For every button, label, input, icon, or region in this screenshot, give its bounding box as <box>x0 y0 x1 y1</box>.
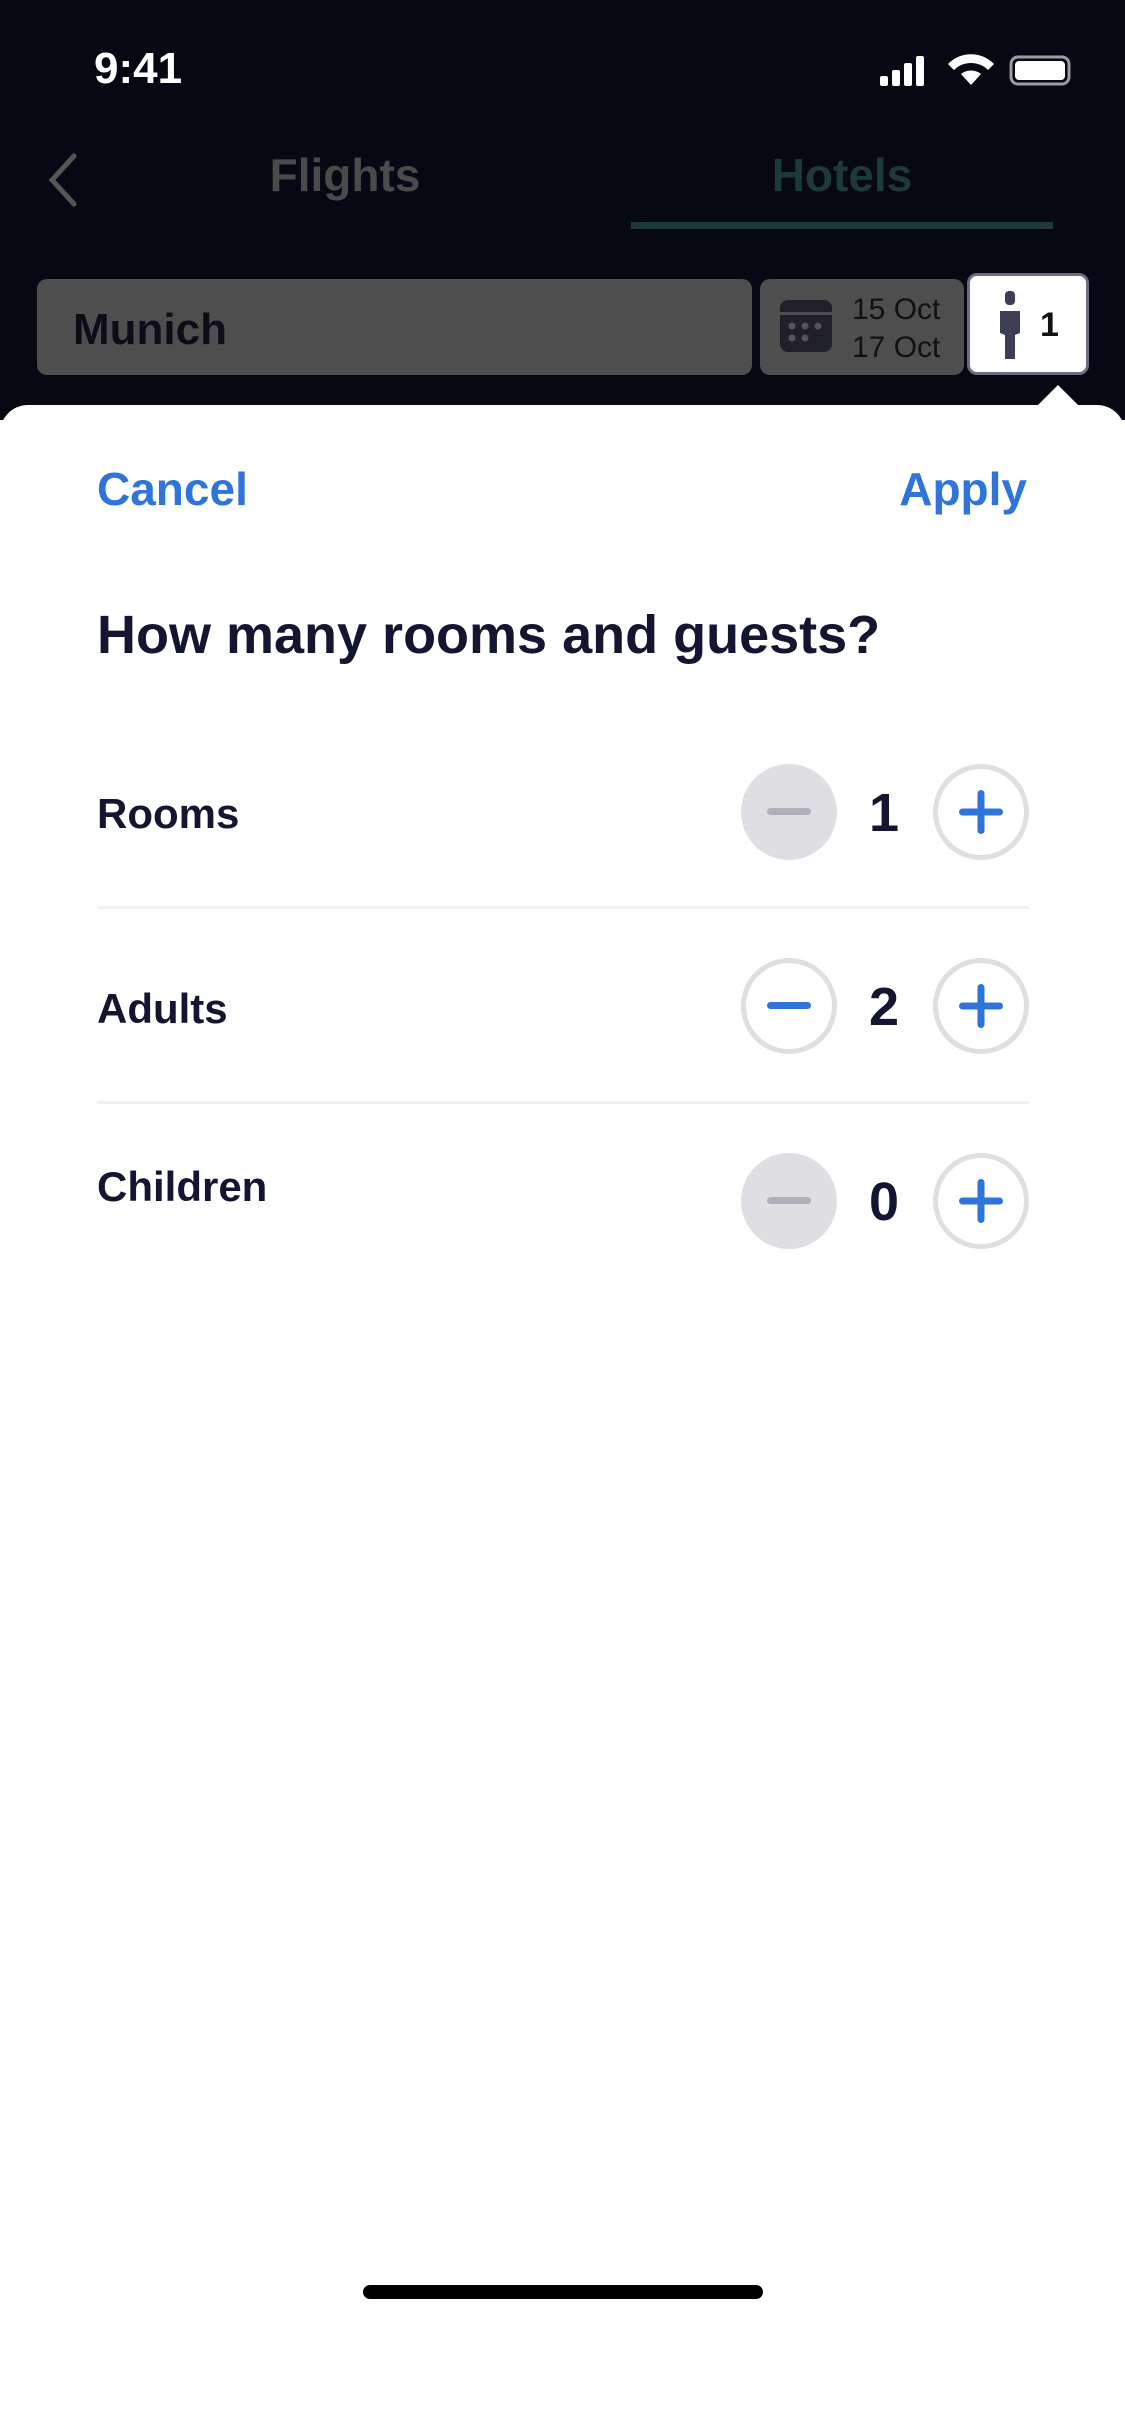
sheet-title: How many rooms and guests? <box>97 605 881 665</box>
plus-icon <box>959 790 1003 834</box>
rooms-label: Rooms <box>97 790 240 837</box>
active-tab-underline <box>631 222 1053 229</box>
checkout-date: 17 Oct <box>852 331 941 364</box>
apply-button[interactable]: Apply <box>899 462 1027 516</box>
rooms-value: 1 <box>868 783 900 843</box>
children-value: 0 <box>868 1172 900 1232</box>
guests-count: 1 <box>1040 306 1059 344</box>
status-icons <box>880 54 1071 86</box>
children-increment-button[interactable] <box>933 1153 1029 1249</box>
minus-icon <box>767 1197 811 1204</box>
adults-decrement-button[interactable] <box>741 958 837 1054</box>
rooms-decrement-button[interactable] <box>741 764 837 860</box>
guests-field[interactable]: 1 <box>967 273 1089 375</box>
tab-hotels[interactable]: Hotels <box>642 148 1042 202</box>
adults-value: 2 <box>868 977 900 1037</box>
adults-label: Adults <box>97 985 228 1032</box>
person-icon <box>1000 291 1020 359</box>
calendar-icon <box>780 300 832 352</box>
adults-increment-button[interactable] <box>933 958 1029 1054</box>
home-indicator <box>363 2285 763 2299</box>
children-label: Children <box>97 1163 268 1210</box>
guests-sheet <box>0 405 1125 2436</box>
divider <box>97 1101 1029 1104</box>
tab-flights[interactable]: Flights <box>145 148 545 202</box>
plus-icon <box>959 984 1003 1028</box>
minus-icon <box>767 808 811 815</box>
status-time: 9:41 <box>94 44 183 93</box>
destination-value: Munich <box>73 305 227 354</box>
children-decrement-button[interactable] <box>741 1153 837 1249</box>
back-chevron-icon[interactable] <box>44 152 84 208</box>
rooms-increment-button[interactable] <box>933 764 1029 860</box>
plus-icon <box>959 1179 1003 1223</box>
header-overlay: 9:41 Flights Hotels Munich 15 Oct 17 Oct… <box>0 0 1125 420</box>
cancel-button[interactable]: Cancel <box>97 462 248 516</box>
popover-caret <box>1036 385 1080 407</box>
destination-field[interactable]: Munich <box>37 279 752 375</box>
checkin-date: 15 Oct <box>852 293 941 326</box>
dates-field[interactable]: 15 Oct 17 Oct <box>760 279 964 375</box>
divider <box>97 906 1029 909</box>
minus-icon <box>767 1002 811 1009</box>
